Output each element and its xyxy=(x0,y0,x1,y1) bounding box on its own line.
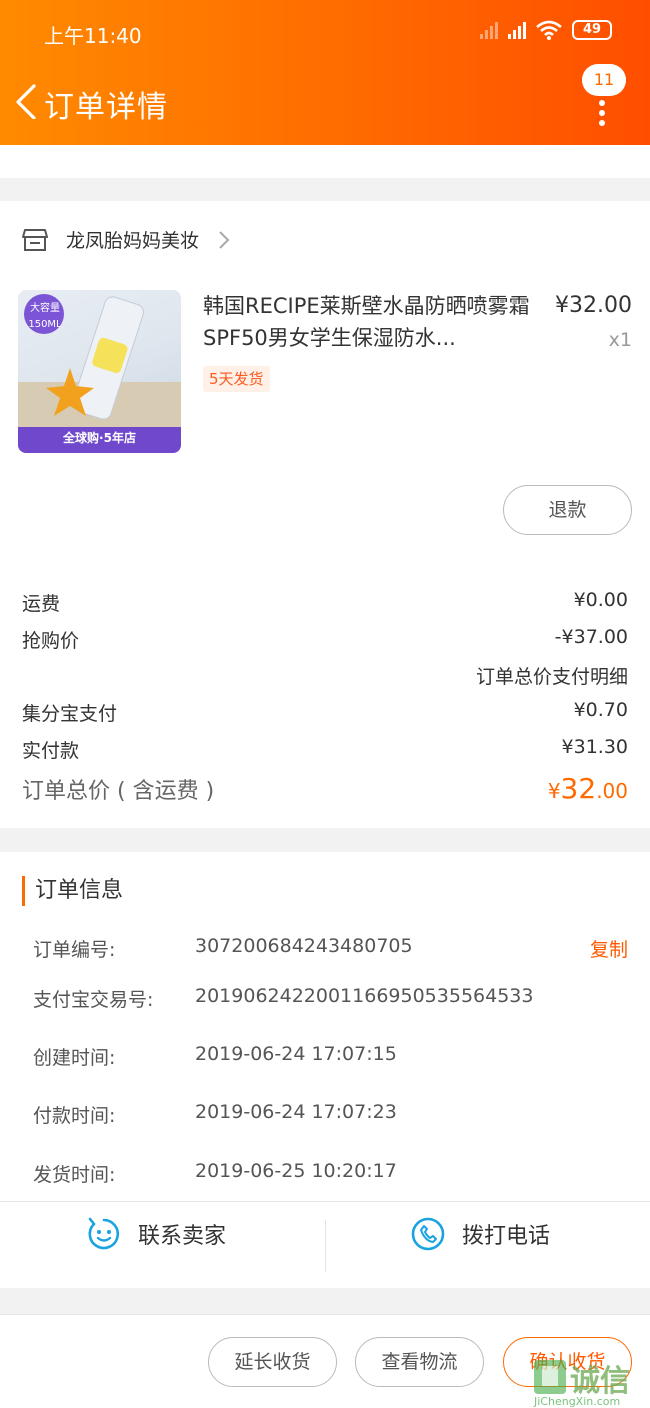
copy-button[interactable]: 复制 xyxy=(590,935,628,962)
view-logistics-button[interactable]: 查看物流 xyxy=(355,1337,484,1387)
paid-label: 实付款 xyxy=(22,740,80,762)
bottom-bar-divider xyxy=(0,1314,650,1315)
watermark-logo: 诚信 JiChengXin.com xyxy=(532,1356,648,1408)
product-image[interactable]: 大容量 150ML 全球购·5年店 xyxy=(18,290,181,453)
payment-detail-link[interactable]: 订单总价支付明细 xyxy=(476,662,628,689)
watermark-text: 诚信 xyxy=(570,1364,630,1399)
refund-button[interactable]: 退款 xyxy=(503,485,632,535)
total-decimal: .00 xyxy=(596,779,628,803)
chevron-right-icon xyxy=(219,230,230,249)
shipping-label: 运费 xyxy=(22,593,61,615)
alipay-no-label: 支付宝交易号: xyxy=(33,989,154,1011)
paid-time-label: 付款时间: xyxy=(33,1105,116,1127)
product-quantity: x1 xyxy=(608,329,632,351)
shipping-row: 运费 ¥0.00 xyxy=(22,589,628,616)
status-time: 上午11:40 xyxy=(44,24,142,48)
flash-price-row: 抢购价 -¥37.00 xyxy=(22,626,628,653)
call-phone-button[interactable]: 拨打电话 xyxy=(410,1216,550,1252)
page-title: 订单详情 xyxy=(44,90,168,125)
product-name[interactable]: 韩国RECIPE莱斯壁水晶防晒喷雾霜SPF50男女学生保湿防水... xyxy=(203,290,533,354)
message-badge: 11 xyxy=(582,64,626,96)
shop-row[interactable]: 龙凤胎妈妈美妆 xyxy=(22,226,231,253)
created-time-label: 创建时间: xyxy=(33,1047,116,1069)
top-strip xyxy=(0,145,650,178)
status-icons: 49 xyxy=(480,20,612,40)
total-currency: ¥ xyxy=(547,779,561,803)
paid-value: ¥31.30 xyxy=(561,736,628,758)
extend-receipt-button[interactable]: 延长收货 xyxy=(208,1337,337,1387)
order-no-label: 订单编号: xyxy=(33,939,116,961)
payment-detail-row[interactable]: 订单总价支付明细 xyxy=(22,662,628,689)
battery-icon: 49 xyxy=(572,20,612,40)
app-header: 上午11:40 49 订单详情 11 xyxy=(0,0,650,145)
paid-row: 实付款 ¥31.30 xyxy=(22,736,628,763)
shipped-time-value: 2019-06-25 10:20:17 xyxy=(195,1160,397,1182)
watermark-url: JiChengXin.com xyxy=(534,1395,621,1408)
order-no-value: 307200684243480705 xyxy=(195,935,413,957)
contact-seller-label: 联系卖家 xyxy=(138,1224,227,1249)
volume-label: 150ML xyxy=(28,319,62,330)
signal-icon xyxy=(508,21,526,39)
order-info-title: 订单信息 xyxy=(22,876,123,906)
phone-icon xyxy=(411,1217,445,1251)
total-label: 订单总价 ( 含运费 ) xyxy=(22,779,215,804)
contact-seller-button[interactable]: 联系卖家 xyxy=(86,1216,226,1252)
back-arrow-icon[interactable] xyxy=(12,83,48,119)
shipped-time-label: 发货时间: xyxy=(33,1164,116,1186)
jifenbao-label: 集分宝支付 xyxy=(22,703,118,725)
wifi-icon xyxy=(536,20,562,40)
more-dots-icon xyxy=(599,100,605,130)
total-integer: 32 xyxy=(560,772,597,805)
store-icon xyxy=(22,228,48,251)
jifenbao-row: 集分宝支付 ¥0.70 xyxy=(22,699,628,726)
total-row: 订单总价 ( 含运费 ) ¥32.00 xyxy=(22,772,628,805)
chat-face-icon xyxy=(88,1217,120,1250)
product-price: ¥32.00 xyxy=(555,293,632,318)
signal-icon-secondary xyxy=(480,21,498,39)
shipping-tag: 5天发货 xyxy=(203,366,270,392)
total-value: ¥32.00 xyxy=(548,772,628,805)
image-banner-text: 全球购·5年店 xyxy=(63,431,136,445)
jifenbao-value: ¥0.70 xyxy=(573,699,628,721)
more-menu-button[interactable]: 11 xyxy=(582,64,626,126)
flash-price-value: -¥37.00 xyxy=(554,626,628,648)
flash-price-label: 抢购价 xyxy=(22,630,80,652)
contact-divider xyxy=(0,1201,650,1202)
shipping-value: ¥0.00 xyxy=(573,589,628,611)
paid-time-value: 2019-06-24 17:07:23 xyxy=(195,1101,397,1123)
created-time-value: 2019-06-24 17:07:15 xyxy=(195,1043,397,1065)
alipay-no-value: 2019062422001166950535564533 xyxy=(195,985,534,1007)
shop-name: 龙凤胎妈妈美妆 xyxy=(66,230,200,252)
call-phone-label: 拨打电话 xyxy=(462,1224,551,1249)
capacity-label: 大容量 xyxy=(30,303,60,314)
contact-vertical-divider xyxy=(325,1220,326,1272)
